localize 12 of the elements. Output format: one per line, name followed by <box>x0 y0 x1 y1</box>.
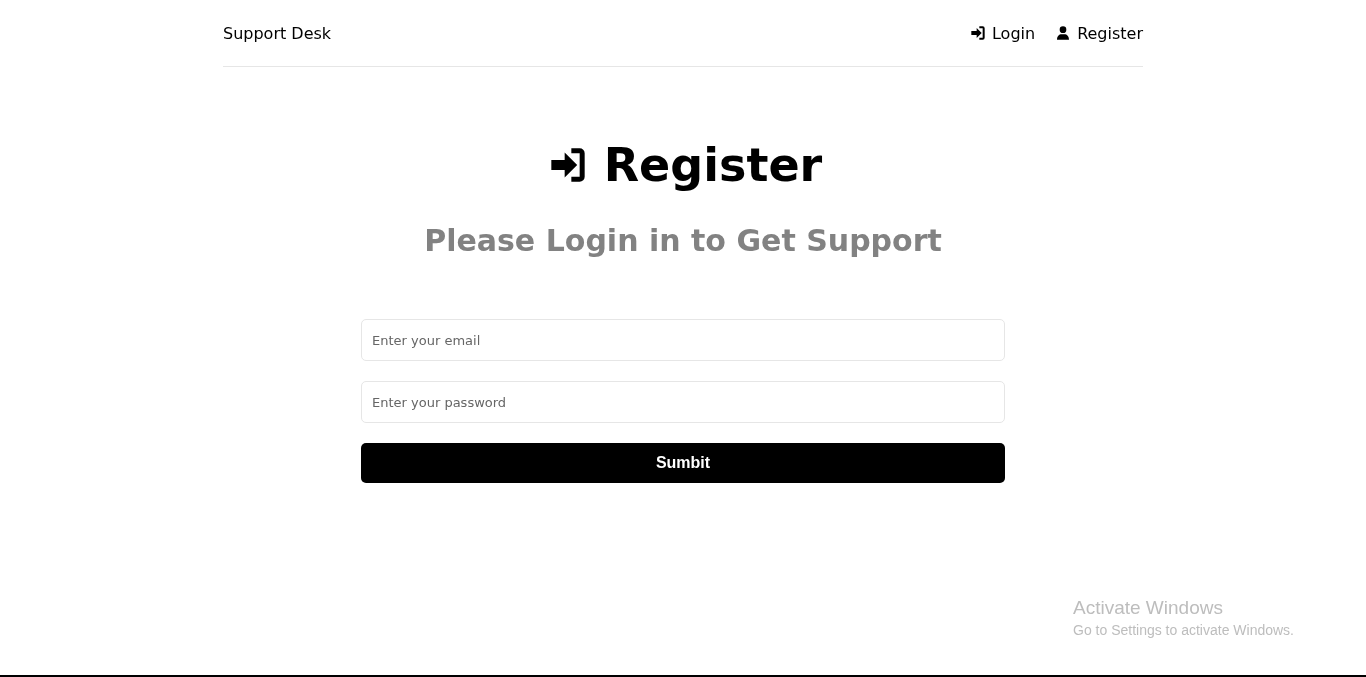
submit-button[interactable]: Sumbit <box>361 443 1005 483</box>
nav-link[interactable]: Register <box>1055 23 1143 43</box>
activation-message: Go to Settings to activate Windows. <box>1073 622 1294 638</box>
site-logo[interactable]: Support Desk <box>223 23 332 43</box>
input-field[interactable]: Enter your email <box>361 319 1005 361</box>
subtitle: Please Login in to Get Support <box>424 222 942 260</box>
activation-title: Activate Windows <box>1073 597 1224 619</box>
nav-link[interactable]: Login <box>969 23 1036 43</box>
sign-in-icon <box>969 25 986 41</box>
page-title: Register <box>603 137 823 194</box>
user-icon <box>1055 25 1072 41</box>
input-field[interactable]: Enter your password <box>361 381 1005 423</box>
